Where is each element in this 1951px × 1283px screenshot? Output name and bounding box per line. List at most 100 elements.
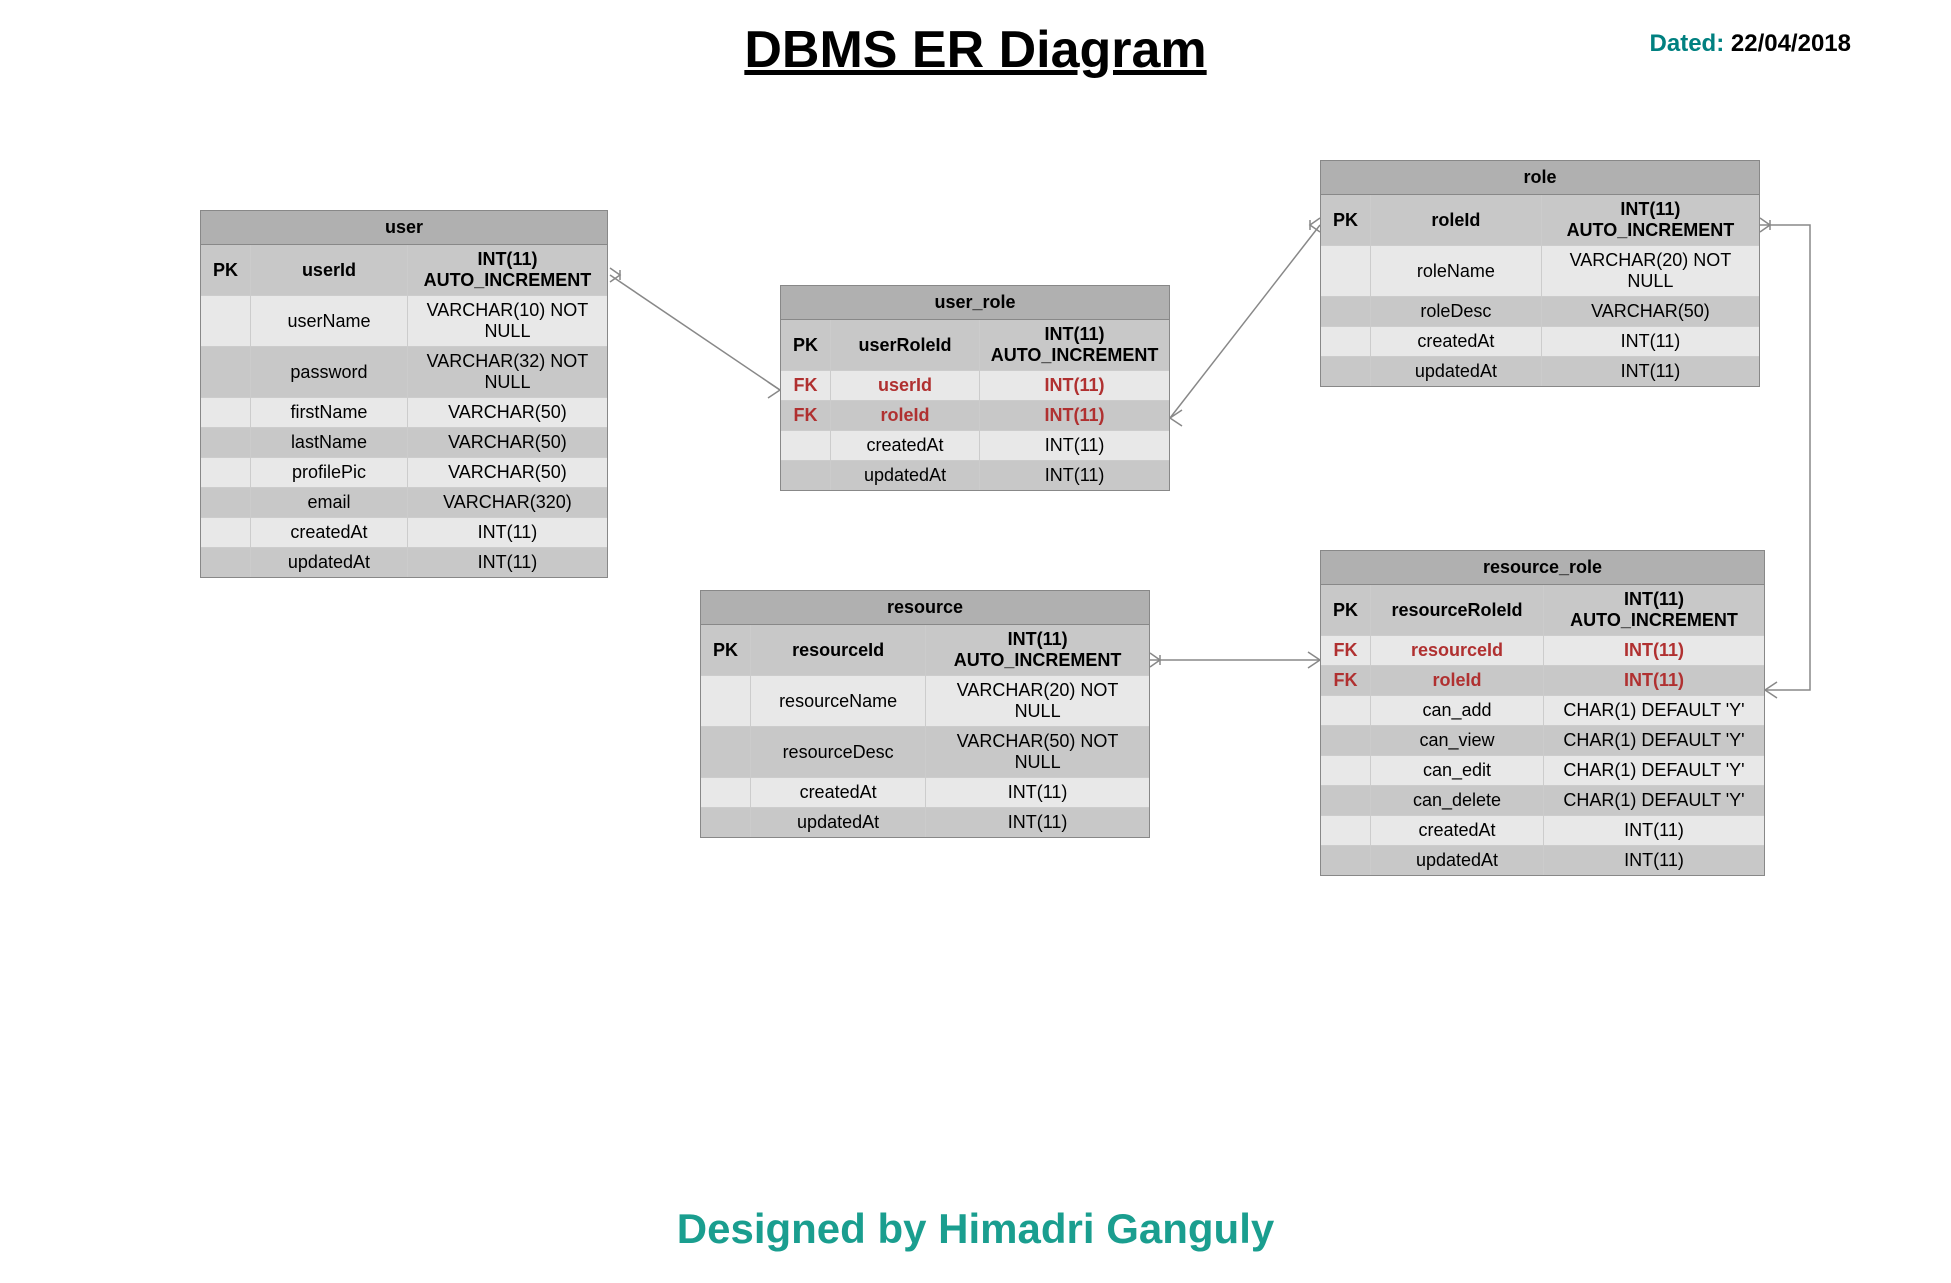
col-key — [1321, 816, 1371, 845]
col-type: INT(11) — [1544, 816, 1764, 845]
col-key: FK — [1321, 636, 1371, 665]
col-type: VARCHAR(50) NOT NULL — [926, 727, 1149, 777]
col-key — [1321, 357, 1371, 386]
col-type: INT(11) — [1544, 846, 1764, 875]
col-key — [781, 461, 831, 490]
entity-row: createdAtINT(11) — [201, 518, 607, 548]
col-key — [1321, 726, 1371, 755]
entity-row: createdAtINT(11) — [1321, 327, 1759, 357]
entity-title: resource_role — [1321, 551, 1764, 585]
col-name: password — [251, 347, 408, 397]
col-type: CHAR(1) DEFAULT 'Y' — [1544, 756, 1764, 785]
col-type: VARCHAR(32) NOT NULL — [408, 347, 607, 397]
entity-row: resourceDescVARCHAR(50) NOT NULL — [701, 727, 1149, 778]
col-key — [201, 548, 251, 577]
entity-resource: resourcePKresourceIdINT(11) AUTO_INCREME… — [700, 590, 1150, 838]
col-key — [701, 808, 751, 837]
col-name: roleId — [1371, 666, 1544, 695]
diagram-canvas: userPKuserIdINT(11) AUTO_INCREMENTuserNa… — [0, 130, 1951, 930]
entity-row: can_addCHAR(1) DEFAULT 'Y' — [1321, 696, 1764, 726]
entity-row: FKresourceIdINT(11) — [1321, 636, 1764, 666]
entity-row: resourceNameVARCHAR(20) NOT NULL — [701, 676, 1149, 727]
col-name: lastName — [251, 428, 408, 457]
col-key: PK — [1321, 195, 1371, 245]
entity-header-row: PKuserIdINT(11) AUTO_INCREMENT — [201, 245, 607, 296]
col-name: createdAt — [251, 518, 408, 547]
col-name: roleId — [1371, 195, 1542, 245]
entity-header-row: PKuserRoleIdINT(11) AUTO_INCREMENT — [781, 320, 1169, 371]
col-key — [1321, 246, 1371, 296]
entity-title: user — [201, 211, 607, 245]
entity-row: updatedAtINT(11) — [781, 461, 1169, 490]
col-key: FK — [781, 371, 831, 400]
col-key — [201, 518, 251, 547]
col-key: PK — [201, 245, 251, 295]
col-name: createdAt — [1371, 327, 1542, 356]
col-name: createdAt — [1371, 816, 1544, 845]
col-key — [201, 458, 251, 487]
col-name: userId — [831, 371, 980, 400]
col-key — [201, 347, 251, 397]
col-type: VARCHAR(20) NOT NULL — [926, 676, 1149, 726]
entity-header-row: PKresourceIdINT(11) AUTO_INCREMENT — [701, 625, 1149, 676]
col-type: VARCHAR(50) — [1542, 297, 1759, 326]
col-key: PK — [781, 320, 831, 370]
entity-row: can_deleteCHAR(1) DEFAULT 'Y' — [1321, 786, 1764, 816]
col-name: email — [251, 488, 408, 517]
col-name: resourceId — [1371, 636, 1544, 665]
col-key: FK — [1321, 666, 1371, 695]
col-name: updatedAt — [251, 548, 408, 577]
col-type: VARCHAR(50) — [408, 428, 607, 457]
col-type: CHAR(1) DEFAULT 'Y' — [1544, 696, 1764, 725]
entity-title: resource — [701, 591, 1149, 625]
col-type: INT(11) — [980, 401, 1169, 430]
col-key — [701, 676, 751, 726]
col-name: updatedAt — [831, 461, 980, 490]
col-key — [201, 428, 251, 457]
col-name: userId — [251, 245, 408, 295]
col-type: VARCHAR(50) — [408, 458, 607, 487]
col-type: VARCHAR(20) NOT NULL — [1542, 246, 1759, 296]
col-name: userRoleId — [831, 320, 980, 370]
col-name: firstName — [251, 398, 408, 427]
entity-title: user_role — [781, 286, 1169, 320]
col-type: INT(11) AUTO_INCREMENT — [926, 625, 1149, 675]
col-key — [1321, 786, 1371, 815]
col-key — [1321, 846, 1371, 875]
entity-header-row: PKroleIdINT(11) AUTO_INCREMENT — [1321, 195, 1759, 246]
col-name: can_delete — [1371, 786, 1544, 815]
col-type: INT(11) — [1542, 357, 1759, 386]
col-key — [201, 296, 251, 346]
col-type: INT(11) — [408, 548, 607, 577]
col-name: profilePic — [251, 458, 408, 487]
entity-row: passwordVARCHAR(32) NOT NULL — [201, 347, 607, 398]
entity-row: can_editCHAR(1) DEFAULT 'Y' — [1321, 756, 1764, 786]
col-key — [201, 398, 251, 427]
col-type: INT(11) — [980, 461, 1169, 490]
col-name: roleId — [831, 401, 980, 430]
col-name: resourceDesc — [751, 727, 926, 777]
entity-user_role: user_rolePKuserRoleIdINT(11) AUTO_INCREM… — [780, 285, 1170, 491]
col-name: updatedAt — [1371, 357, 1542, 386]
col-key: FK — [781, 401, 831, 430]
col-name: resourceName — [751, 676, 926, 726]
col-name: updatedAt — [751, 808, 926, 837]
entity-row: emailVARCHAR(320) — [201, 488, 607, 518]
entity-role: rolePKroleIdINT(11) AUTO_INCREMENTroleNa… — [1320, 160, 1760, 387]
page-title: DBMS ER Diagram — [744, 21, 1206, 79]
col-name: roleDesc — [1371, 297, 1542, 326]
entity-row: createdAtINT(11) — [1321, 816, 1764, 846]
entity-row: updatedAtINT(11) — [1321, 846, 1764, 875]
col-name: createdAt — [751, 778, 926, 807]
col-type: INT(11) — [980, 431, 1169, 460]
entity-row: lastNameVARCHAR(50) — [201, 428, 607, 458]
col-name: can_add — [1371, 696, 1544, 725]
col-key — [1321, 756, 1371, 785]
col-type: INT(11) — [926, 808, 1149, 837]
col-name: updatedAt — [1371, 846, 1544, 875]
entity-row: createdAtINT(11) — [781, 431, 1169, 461]
col-type: INT(11) — [980, 371, 1169, 400]
col-type: INT(11) — [1542, 327, 1759, 356]
col-key — [1321, 327, 1371, 356]
entity-row: roleDescVARCHAR(50) — [1321, 297, 1759, 327]
